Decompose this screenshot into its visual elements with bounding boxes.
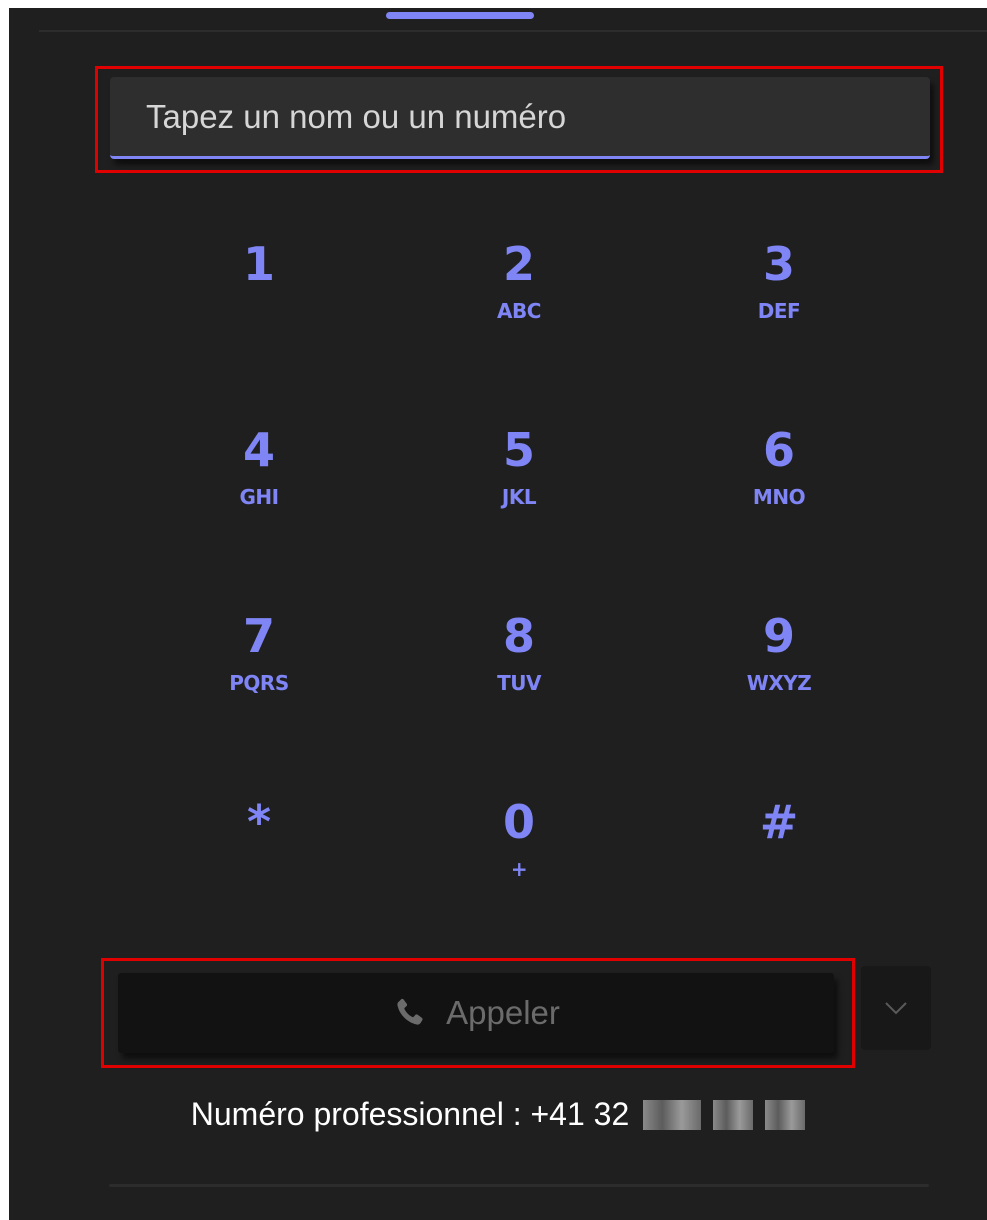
key-0[interactable]: 0 + [389,786,649,972]
search-highlight-box [95,66,943,173]
chevron-down-icon [885,1002,907,1015]
key-digit: 9 [762,609,795,663]
key-digit: 4 [242,423,275,477]
key-digit: 7 [242,609,275,663]
key-letters: WXYZ [746,671,812,695]
keypad: 1 2 ABC 3 DEF 4 GHI 5 JKL 6 MNO 7 PQRS 8 [129,228,909,972]
key-7[interactable]: 7 PQRS [129,600,389,786]
key-letters: MNO [752,485,806,509]
key-letters: PQRS [229,671,289,695]
key-5[interactable]: 5 JKL [389,414,649,600]
top-divider [39,30,987,32]
key-hash[interactable]: # [649,786,909,972]
dial-pad-panel: 1 2 ABC 3 DEF 4 GHI 5 JKL 6 MNO 7 PQRS 8 [9,8,987,1220]
key-digit: 1 [242,237,275,291]
active-tab-indicator [386,12,534,19]
key-letters: ABC [497,299,541,323]
search-field[interactable] [110,77,930,159]
key-4[interactable]: 4 GHI [129,414,389,600]
call-options-dropdown[interactable] [861,966,931,1050]
key-6[interactable]: 6 MNO [649,414,909,600]
redacted-digits [643,1099,806,1130]
key-letters: DEF [757,299,801,323]
search-input[interactable] [144,96,930,137]
key-digit: 6 [762,423,795,477]
key-digit: 3 [762,237,795,291]
key-digit: 8 [502,609,535,663]
key-letters: + [510,857,528,881]
work-number: Numéro professionnel : +41 32 [9,1096,987,1133]
key-letters: GHI [239,485,279,509]
key-digit: 2 [502,237,535,291]
key-1[interactable]: 1 [129,228,389,414]
call-button[interactable]: Appeler [118,973,834,1053]
key-8[interactable]: 8 TUV [389,600,649,786]
key-letters: TUV [497,671,541,695]
call-highlight-box: Appeler [101,958,855,1068]
key-star[interactable]: * [129,786,389,972]
key-digit: 0 [502,795,535,849]
phone-icon [397,998,423,1025]
key-digit: 5 [502,423,535,477]
bottom-divider [109,1184,929,1187]
key-letters: JKL [501,485,537,509]
work-number-text: Numéro professionnel : +41 32 [190,1096,630,1132]
key-3[interactable]: 3 DEF [649,228,909,414]
call-label: Appeler [446,994,560,1031]
key-2[interactable]: 2 ABC [389,228,649,414]
key-digit: * [246,795,272,849]
key-9[interactable]: 9 WXYZ [649,600,909,786]
key-digit: # [759,795,799,849]
